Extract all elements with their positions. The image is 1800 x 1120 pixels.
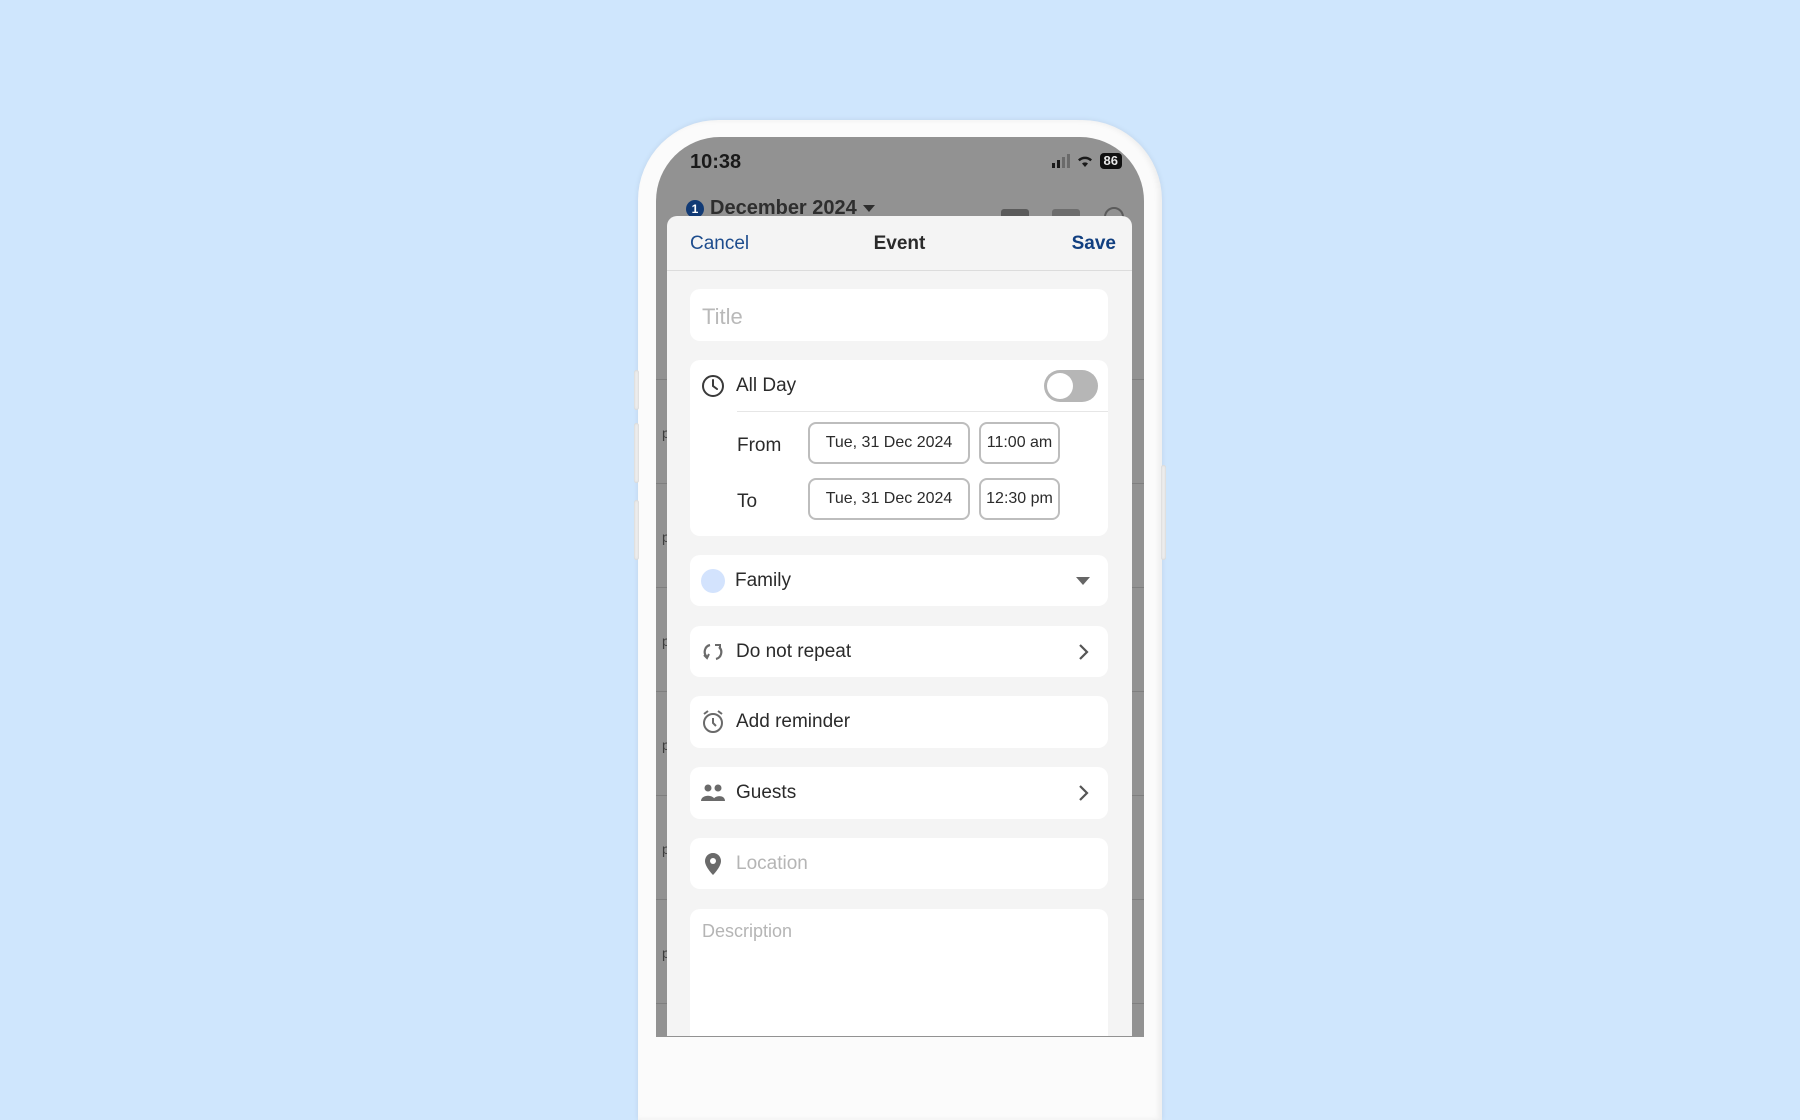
to-label: To (737, 491, 758, 512)
title-input[interactable] (700, 303, 1094, 331)
location-input[interactable] (734, 851, 1098, 876)
signal-icon (1051, 154, 1070, 168)
location-card (690, 838, 1108, 889)
all-day-label: All Day (736, 374, 797, 396)
calendar-color-dot (701, 568, 725, 593)
from-date-button[interactable]: Tue, 31 Dec 2024 (808, 422, 970, 464)
silent-switch (634, 370, 639, 410)
clock-icon (700, 373, 726, 399)
power-button (1161, 465, 1166, 560)
dropdown-caret-icon (1076, 576, 1090, 585)
location-pin-icon (700, 851, 726, 877)
people-icon (700, 780, 726, 806)
all-day-toggle[interactable] (1044, 370, 1098, 402)
guests-row[interactable]: Guests (690, 767, 1108, 819)
wifi-icon (1077, 156, 1092, 167)
alarm-clock-icon (700, 709, 726, 735)
toggle-knob (1047, 373, 1073, 399)
calendar-select[interactable]: Family (690, 555, 1108, 606)
month-caret-icon (862, 205, 875, 212)
repeat-row[interactable]: Do not repeat (690, 626, 1108, 677)
sheet-header: Cancel Event Save (667, 216, 1132, 271)
chevron-right-icon (1079, 785, 1089, 801)
description-input[interactable] (700, 919, 1100, 1036)
to-date-button[interactable]: Tue, 31 Dec 2024 (808, 478, 970, 520)
calendar-selected-label: Family (735, 569, 791, 591)
from-time-button[interactable]: 11:00 am (979, 422, 1060, 464)
divider (737, 411, 1108, 412)
guests-label: Guests (736, 782, 797, 803)
description-card (690, 909, 1108, 1036)
notification-badge: 1 (686, 199, 704, 218)
to-time-button[interactable]: 12:30 pm (979, 478, 1060, 520)
reminder-row[interactable]: Add reminder (690, 696, 1108, 748)
battery-icon: 86 (1099, 153, 1122, 169)
cancel-button[interactable]: Cancel (690, 233, 749, 255)
volume-down-button (634, 500, 639, 560)
save-button[interactable]: Save (1072, 233, 1116, 255)
reminder-label: Add reminder (736, 711, 851, 732)
event-sheet: Cancel Event Save All Day From Tue, 31 D… (667, 216, 1132, 1036)
datetime-card: All Day From Tue, 31 Dec 2024 11:00 am T… (690, 360, 1108, 536)
all-day-row: All Day (690, 360, 1108, 411)
status-time: 10:38 (690, 151, 742, 173)
repeat-icon (700, 639, 726, 665)
status-icons: 86 (1051, 153, 1122, 169)
repeat-label: Do not repeat (736, 640, 852, 662)
from-label: From (737, 435, 782, 456)
volume-up-button (634, 423, 639, 483)
chevron-right-icon (1079, 643, 1089, 660)
title-card (690, 289, 1108, 341)
